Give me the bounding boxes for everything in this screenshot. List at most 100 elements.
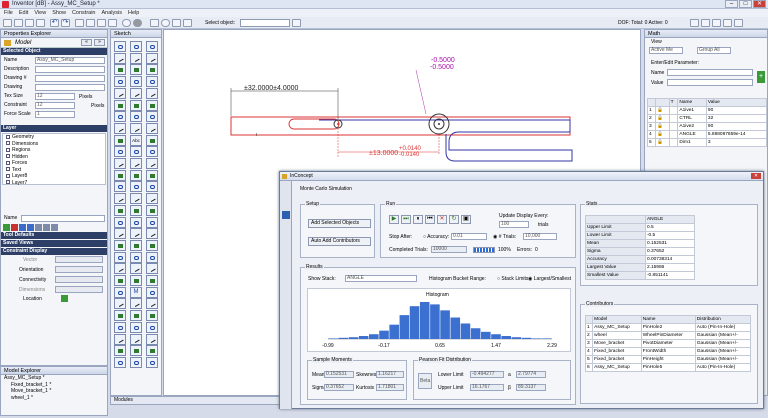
dim-tool-icon[interactable] xyxy=(146,76,158,88)
move-down-icon[interactable] xyxy=(27,224,34,231)
sym-tool-icon[interactable] xyxy=(146,169,158,181)
text-tool-icon[interactable] xyxy=(130,76,142,88)
prev-object-button[interactable]: « xyxy=(81,39,92,46)
circle-tool-icon[interactable] xyxy=(130,52,142,64)
checkbox-icon[interactable] xyxy=(6,173,10,178)
parallel-tool-icon[interactable] xyxy=(114,146,126,158)
lock-icon[interactable]: 🔒 xyxy=(655,130,670,139)
arc-tool-icon[interactable] xyxy=(114,333,126,345)
array-tool-icon[interactable]: Abc xyxy=(130,134,142,146)
table-row[interactable]: 4 🔒 ANGLE 5.888087859e-14 xyxy=(646,130,768,139)
saved-views-header[interactable]: Saved Views xyxy=(1,240,107,247)
mirror-tool-icon[interactable] xyxy=(130,99,142,111)
stack-dropdown[interactable]: ANGLE xyxy=(345,275,417,282)
scale-tool-icon[interactable] xyxy=(114,134,126,146)
color-tool-icon[interactable] xyxy=(146,251,158,263)
pointer-tool-icon[interactable] xyxy=(114,321,126,333)
zoom-icon[interactable] xyxy=(161,19,170,27)
polyline-tool-icon[interactable] xyxy=(114,64,126,76)
gear-tool-icon[interactable] xyxy=(146,204,158,216)
fillet-tool-icon[interactable] xyxy=(130,111,142,123)
trials-input[interactable]: 10,000 xyxy=(523,233,557,240)
move-tool-icon[interactable] xyxy=(130,122,142,134)
point-tool-icon[interactable] xyxy=(146,87,158,99)
delete-tool-icon[interactable] xyxy=(146,275,158,286)
table-row[interactable]: 1 🔒 A1ive1 90 xyxy=(646,106,768,115)
export-tool-icon[interactable] xyxy=(146,298,158,310)
menu-help[interactable]: Help xyxy=(128,9,139,17)
description-field[interactable] xyxy=(35,66,105,73)
option-tool-icon[interactable] xyxy=(130,310,142,322)
close-button[interactable]: ✕ xyxy=(753,0,766,8)
dimension-label[interactable]: -0.0140 xyxy=(399,152,419,158)
extend-tool-icon[interactable] xyxy=(114,111,126,123)
add-parameter-icon[interactable]: + xyxy=(757,71,765,83)
ellipse-tool-icon[interactable] xyxy=(146,52,158,64)
active-dropdown[interactable]: Active Me xyxy=(649,47,683,54)
table-row[interactable]: 3 Move_bracket PivotDiameter Gaussian (Mean… xyxy=(584,339,752,348)
dimensions-dropdown[interactable] xyxy=(55,286,103,293)
snap-icon[interactable] xyxy=(86,19,95,27)
table-row[interactable]: 2 🔒 CTRL 32 xyxy=(646,114,768,123)
reset-icon[interactable]: ↻ xyxy=(449,215,459,224)
largest-smallest-radio[interactable]: ◉ Largest/Smallest xyxy=(528,276,571,282)
style-tool-icon[interactable] xyxy=(114,263,126,275)
more-tool-icon[interactable] xyxy=(146,310,158,322)
select-object-input[interactable] xyxy=(240,19,290,27)
new-icon[interactable] xyxy=(3,19,12,27)
param-name-input[interactable] xyxy=(667,69,753,76)
cross-tool-icon[interactable] xyxy=(146,41,158,52)
menu-analysis[interactable]: Analysis xyxy=(102,9,122,17)
insert-tool-icon[interactable] xyxy=(114,193,126,205)
force-tool-icon[interactable] xyxy=(146,193,158,205)
layer-option-icon[interactable] xyxy=(35,224,42,231)
belt-tool-icon[interactable] xyxy=(146,216,158,228)
horiz-tool-icon[interactable] xyxy=(146,158,158,169)
polyline-tool-icon[interactable] xyxy=(114,345,126,357)
zoom-box-icon[interactable] xyxy=(108,19,117,27)
vector-dropdown[interactable] xyxy=(55,256,103,263)
spline-tool-icon[interactable] xyxy=(130,345,142,357)
menu-show[interactable]: Show xyxy=(52,9,66,17)
show-tool-icon[interactable] xyxy=(146,263,158,275)
save-results-icon[interactable]: ▣ xyxy=(461,215,471,224)
arc-tool-icon[interactable] xyxy=(114,52,126,64)
layer-option-icon[interactable] xyxy=(43,224,50,231)
pulley-tool-icon[interactable] xyxy=(130,216,142,228)
checkbox-icon[interactable] xyxy=(6,154,10,159)
pointer-icon[interactable] xyxy=(150,19,159,27)
solve-tool-icon[interactable] xyxy=(146,239,158,251)
text-tool-icon[interactable] xyxy=(130,356,142,368)
dimension-label[interactable]: ±13.0000 xyxy=(369,150,398,157)
graph-icon[interactable] xyxy=(701,19,710,27)
spline-tool-icon[interactable] xyxy=(130,64,142,76)
unlock-tool-icon[interactable] xyxy=(130,275,142,286)
accuracy-radio[interactable]: ○ Accuracy: xyxy=(423,234,449,240)
circle-tool-icon[interactable] xyxy=(130,333,142,345)
close-dialog-button[interactable]: ✕ xyxy=(751,173,761,179)
checkbox-icon[interactable] xyxy=(6,160,10,165)
group-tool-icon[interactable] xyxy=(130,193,142,205)
save-icon[interactable] xyxy=(25,19,34,27)
dim-tool-icon[interactable] xyxy=(146,356,158,368)
redo-icon[interactable]: ↷ xyxy=(61,19,70,27)
trials-radio[interactable]: ◉ # Trials: xyxy=(493,234,516,240)
sensor-tool-icon[interactable] xyxy=(130,228,142,240)
checkbox-icon[interactable] xyxy=(6,180,10,185)
next-object-button[interactable]: » xyxy=(94,39,105,46)
pointer-tool-icon[interactable] xyxy=(114,41,126,52)
spring-tool-icon[interactable] xyxy=(130,204,142,216)
auto-add-button[interactable]: Auto Add Contributors xyxy=(308,237,371,246)
name-field[interactable]: Assy_MC_Setup xyxy=(35,57,105,64)
rewind-icon[interactable]: ⏮ xyxy=(425,215,435,224)
chamfer-tool-icon[interactable] xyxy=(146,111,158,123)
info-tool-icon[interactable] xyxy=(146,286,158,298)
line-tool-icon[interactable] xyxy=(130,321,142,333)
drawing-field[interactable] xyxy=(35,84,105,91)
filter-icon[interactable] xyxy=(292,19,301,27)
import-tool-icon[interactable] xyxy=(114,310,126,322)
offset-tool-icon[interactable] xyxy=(114,99,126,111)
move-up-icon[interactable] xyxy=(19,224,26,231)
analysis-tab-icon[interactable] xyxy=(282,211,290,219)
dimension-label[interactable]: -0.5000 xyxy=(430,64,454,71)
